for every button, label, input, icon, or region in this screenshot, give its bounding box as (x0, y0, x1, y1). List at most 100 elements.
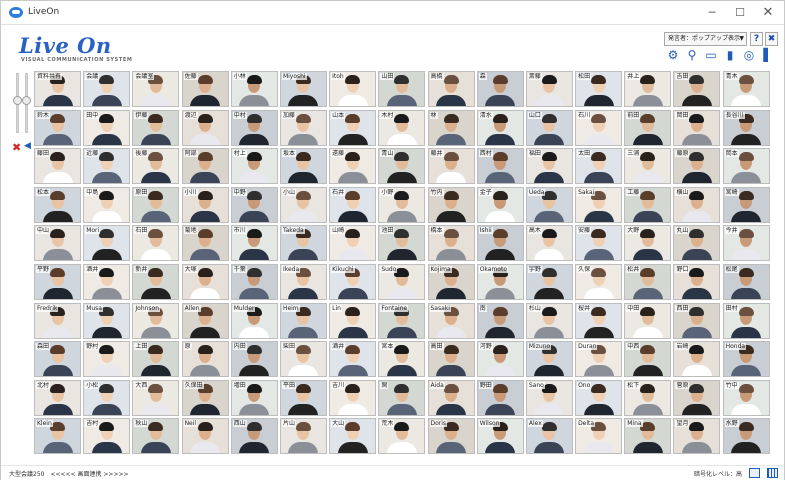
participant-video-tile[interactable]: 上田 (132, 341, 180, 378)
participant-video-tile[interactable]: 青山 (378, 148, 426, 185)
participant-video-tile[interactable]: 遠藤 (329, 148, 377, 185)
participant-video-tile[interactable]: Sakai (575, 186, 623, 223)
participant-video-tile[interactable]: 西村 (476, 148, 524, 185)
participant-video-tile[interactable]: Honda (722, 341, 770, 378)
mic-mute-icon[interactable]: ✖ (12, 141, 21, 154)
participant-video-tile[interactable]: 山崎 (329, 225, 377, 262)
signal-icon[interactable]: ▌ (760, 47, 776, 63)
participant-video-tile[interactable]: Mizuno (525, 341, 573, 378)
participant-video-tile[interactable]: 西田 (673, 302, 721, 339)
participant-video-tile[interactable]: 会議 (83, 71, 131, 107)
participant-video-tile[interactable]: Itoh (329, 71, 377, 107)
participant-video-tile[interactable]: 大塚 (181, 263, 229, 300)
participant-video-tile[interactable]: 横山 (673, 186, 721, 223)
participant-video-tile[interactable]: 大野 (624, 225, 672, 262)
participant-video-tile[interactable]: Fontaine (378, 302, 426, 339)
participant-video-tile[interactable]: 池田 (378, 225, 426, 262)
participant-video-tile[interactable]: 菅原 (673, 379, 721, 416)
participant-video-tile[interactable]: 阿部 (181, 148, 229, 185)
participant-video-tile[interactable]: 青木 (722, 71, 770, 107)
participant-video-tile[interactable]: 小野 (378, 186, 426, 223)
participant-video-tile[interactable]: 藤田 (34, 148, 81, 185)
participant-video-tile[interactable]: Wilson (476, 418, 524, 455)
participant-video-tile[interactable]: 藤原 (673, 148, 721, 185)
participant-video-tile[interactable]: Okamoto (476, 263, 524, 300)
participant-video-tile[interactable]: 山田 (378, 71, 426, 107)
participant-video-tile[interactable]: 秋山 (132, 418, 180, 455)
participant-video-tile[interactable]: 工藤 (624, 186, 672, 223)
participant-video-tile[interactable]: 菊地 (181, 225, 229, 262)
participant-video-tile[interactable]: 石井 (329, 186, 377, 223)
participant-video-tile[interactable]: 丸山 (673, 225, 721, 262)
participant-video-tile[interactable]: 中田 (624, 302, 672, 339)
participant-video-tile[interactable]: 石田 (132, 225, 180, 262)
participant-video-tile[interactable]: Ueda (525, 186, 573, 223)
participant-video-tile[interactable]: 市川 (230, 225, 278, 262)
participant-video-tile[interactable]: 後藤 (132, 148, 180, 185)
participant-video-tile[interactable]: 西山 (230, 418, 278, 455)
participant-video-tile[interactable]: Mulder (230, 302, 278, 339)
participant-video-tile[interactable]: Duran (575, 341, 623, 378)
participant-video-tile[interactable]: 坂本 (279, 148, 327, 185)
participant-video-tile[interactable]: 岩崎 (673, 341, 721, 378)
participant-video-tile[interactable]: 吉村 (83, 418, 131, 455)
participant-video-tile[interactable]: 田中 (83, 109, 131, 146)
participant-video-tile[interactable]: Mina (624, 418, 672, 455)
participant-video-tile[interactable]: 中野 (230, 186, 278, 223)
participant-video-tile[interactable]: 近藤 (83, 148, 131, 185)
participant-video-tile[interactable]: 井上 (624, 71, 672, 107)
participant-video-tile[interactable]: 松本 (34, 186, 81, 223)
participant-video-tile[interactable]: 野村 (83, 341, 131, 378)
search-icon[interactable]: ⚲ (684, 47, 700, 63)
participant-video-tile[interactable]: 野口 (673, 263, 721, 300)
participant-video-tile[interactable]: 吉川 (329, 379, 377, 416)
participant-video-tile[interactable]: 松田 (575, 71, 623, 107)
participant-video-tile[interactable]: 橋本 (427, 225, 475, 262)
participant-video-tile[interactable]: 石川 (575, 109, 623, 146)
participant-video-tile[interactable]: 山本 (329, 109, 377, 146)
bar-chart-icon[interactable]: ▮ (722, 47, 738, 63)
participant-video-tile[interactable]: Musa (83, 302, 131, 339)
participant-video-tile[interactable]: Neil (181, 418, 229, 455)
participant-video-tile[interactable]: 伊藤 (132, 109, 180, 146)
participant-video-tile[interactable]: 久保田 (181, 379, 229, 416)
participant-video-tile[interactable]: 前田 (624, 109, 672, 146)
participant-video-tile[interactable]: 平田 (279, 379, 327, 416)
participant-video-tile[interactable]: 野田 (476, 379, 524, 416)
participant-video-tile[interactable]: Fredrik (34, 302, 81, 339)
participant-video-tile[interactable]: 藤井 (427, 148, 475, 185)
speaker-volume-knob[interactable] (22, 96, 31, 105)
bookmark-icon[interactable]: ▭ (703, 47, 719, 63)
participant-video-tile[interactable]: 田村 (722, 302, 770, 339)
participant-video-tile[interactable]: 中村 (230, 109, 278, 146)
participant-video-tile[interactable]: 酒井 (329, 341, 377, 378)
participant-video-tile[interactable]: 三浦 (624, 148, 672, 185)
participant-video-tile[interactable]: Sano (525, 379, 573, 416)
participant-video-tile[interactable]: 小山 (279, 186, 327, 223)
participant-video-tile[interactable]: 中西 (624, 341, 672, 378)
participant-video-tile[interactable]: 斎藤 (525, 71, 573, 107)
participant-video-tile[interactable]: 片山 (279, 418, 327, 455)
participant-video-tile[interactable]: 新井 (132, 263, 180, 300)
participant-video-tile[interactable]: Heim (279, 302, 327, 339)
participant-video-tile[interactable]: 加藤 (279, 109, 327, 146)
participant-video-tile[interactable]: 千葉 (230, 263, 278, 300)
participant-video-tile[interactable]: Alex (525, 418, 573, 455)
participant-video-tile[interactable]: 福田 (525, 148, 573, 185)
participant-video-tile[interactable]: 高木 (525, 225, 573, 262)
participant-video-tile[interactable]: 河野 (476, 341, 524, 378)
participant-video-tile[interactable]: 山口 (525, 109, 573, 146)
help-button[interactable]: ? (750, 32, 763, 46)
zoom-user-icon[interactable]: ◎ (741, 47, 757, 63)
participant-video-tile[interactable]: 竹内 (427, 186, 475, 223)
participant-video-tile[interactable]: 宮本 (378, 341, 426, 378)
participant-video-tile[interactable]: 渡辺 (181, 109, 229, 146)
participant-video-tile[interactable]: 柴田 (279, 341, 327, 378)
participant-video-tile[interactable]: 小松 (83, 379, 131, 416)
participant-video-tile[interactable]: 竹中 (722, 379, 770, 416)
participant-video-tile[interactable]: 酒井 (83, 263, 131, 300)
participant-video-tile[interactable]: 金子 (476, 186, 524, 223)
participant-video-tile[interactable]: 関 (378, 379, 426, 416)
participant-video-tile[interactable]: 中山 (34, 225, 81, 262)
speaker-volume-slider[interactable] (22, 73, 31, 133)
